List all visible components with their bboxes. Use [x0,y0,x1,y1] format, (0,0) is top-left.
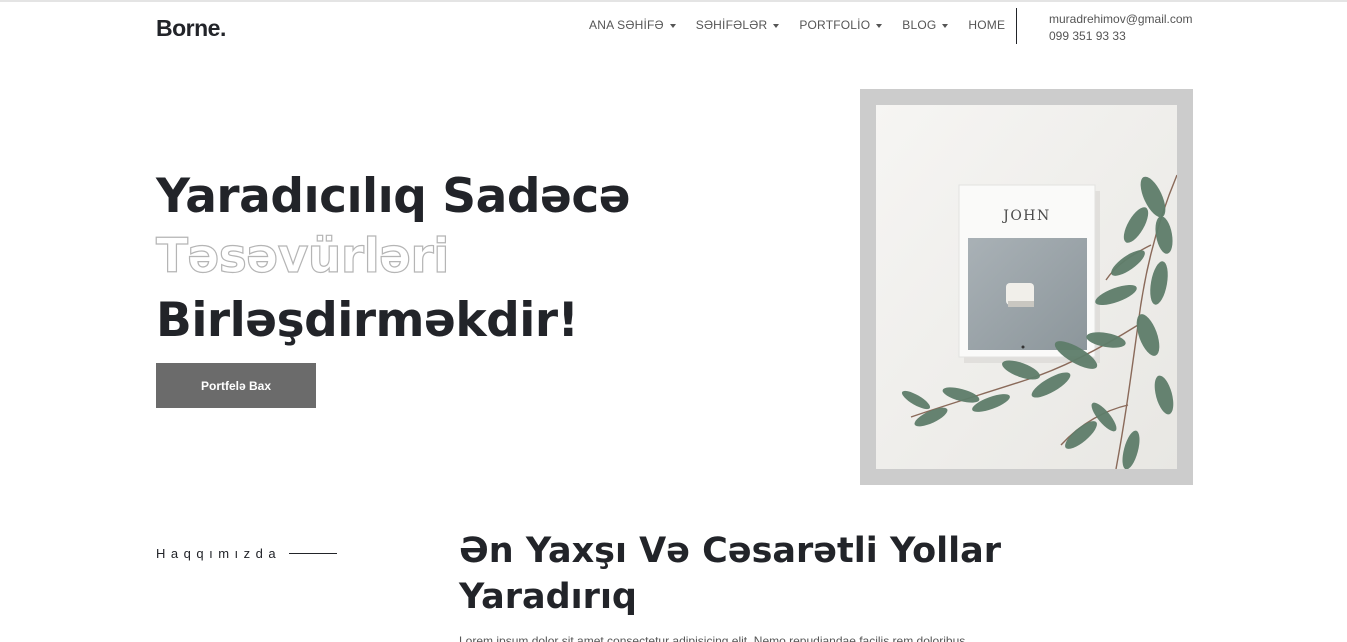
contact-divider [1016,8,1017,44]
nav-item-ana-sehife[interactable]: ANA SƏHİFƏ [589,18,676,32]
caret-down-icon [773,23,780,28]
hero-image: JOHN [876,105,1177,469]
about-heading: Ən Yaxşı Və Cəsarətli Yollar Yaradırıq [459,528,1059,620]
hero-title-outline-line: Təsəvürləri [155,228,450,284]
nav-item-blog[interactable]: BLOG [902,18,949,32]
contact-phone[interactable]: 099 351 93 33 [1049,28,1193,45]
site-logo[interactable]: Borne. [156,15,226,42]
hero-title-line-1: Yaradıcılıq Sadəcə [156,169,631,224]
about-paragraph: Lorem ipsum dolor sit amet consectetur a… [459,634,966,642]
about-section-label: Haqqımızda [156,546,338,561]
hero-image-frame: JOHN [860,89,1193,485]
nav-item-label: ANA SƏHİFƏ [589,18,664,32]
nav-item-portfolio[interactable]: PORTFOLİO [799,18,883,32]
about-heading-line-2: Yaradırıq [459,577,637,617]
nav-item-label: BLOG [902,18,937,32]
view-portfolio-button[interactable]: Portfelə Bax [156,363,316,408]
header-contact: muradrehimov@gmail.com 099 351 93 33 [1049,11,1193,45]
about-label-text: Haqqımızda [156,546,282,561]
nav-item-home[interactable]: HOME [968,18,1005,32]
nav-item-sehifeler[interactable]: SƏHİFƏLƏR [696,18,780,32]
hero-title-line-3: Birləşdirməkdir! [156,293,579,348]
top-border [0,0,1347,2]
contact-email[interactable]: muradrehimov@gmail.com [1049,11,1193,28]
magazine-title: JOHN [1001,208,1051,224]
caret-down-icon [942,23,949,28]
about-label-line [289,553,338,554]
caret-down-icon [876,23,883,28]
about-heading-line-1: Ən Yaxşı Və Cəsarətli Yollar [459,531,1002,571]
caret-down-icon [669,23,676,28]
nav-item-label: HOME [968,18,1006,32]
nav-item-label: SƏHİFƏLƏR [695,18,768,32]
nav-item-label: PORTFOLİO [799,18,871,32]
magazine-plant-illustration: JOHN [876,105,1177,469]
main-nav: ANA SƏHİFƏ SƏHİFƏLƏR PORTFOLİO BLOG HOME [589,18,1025,32]
